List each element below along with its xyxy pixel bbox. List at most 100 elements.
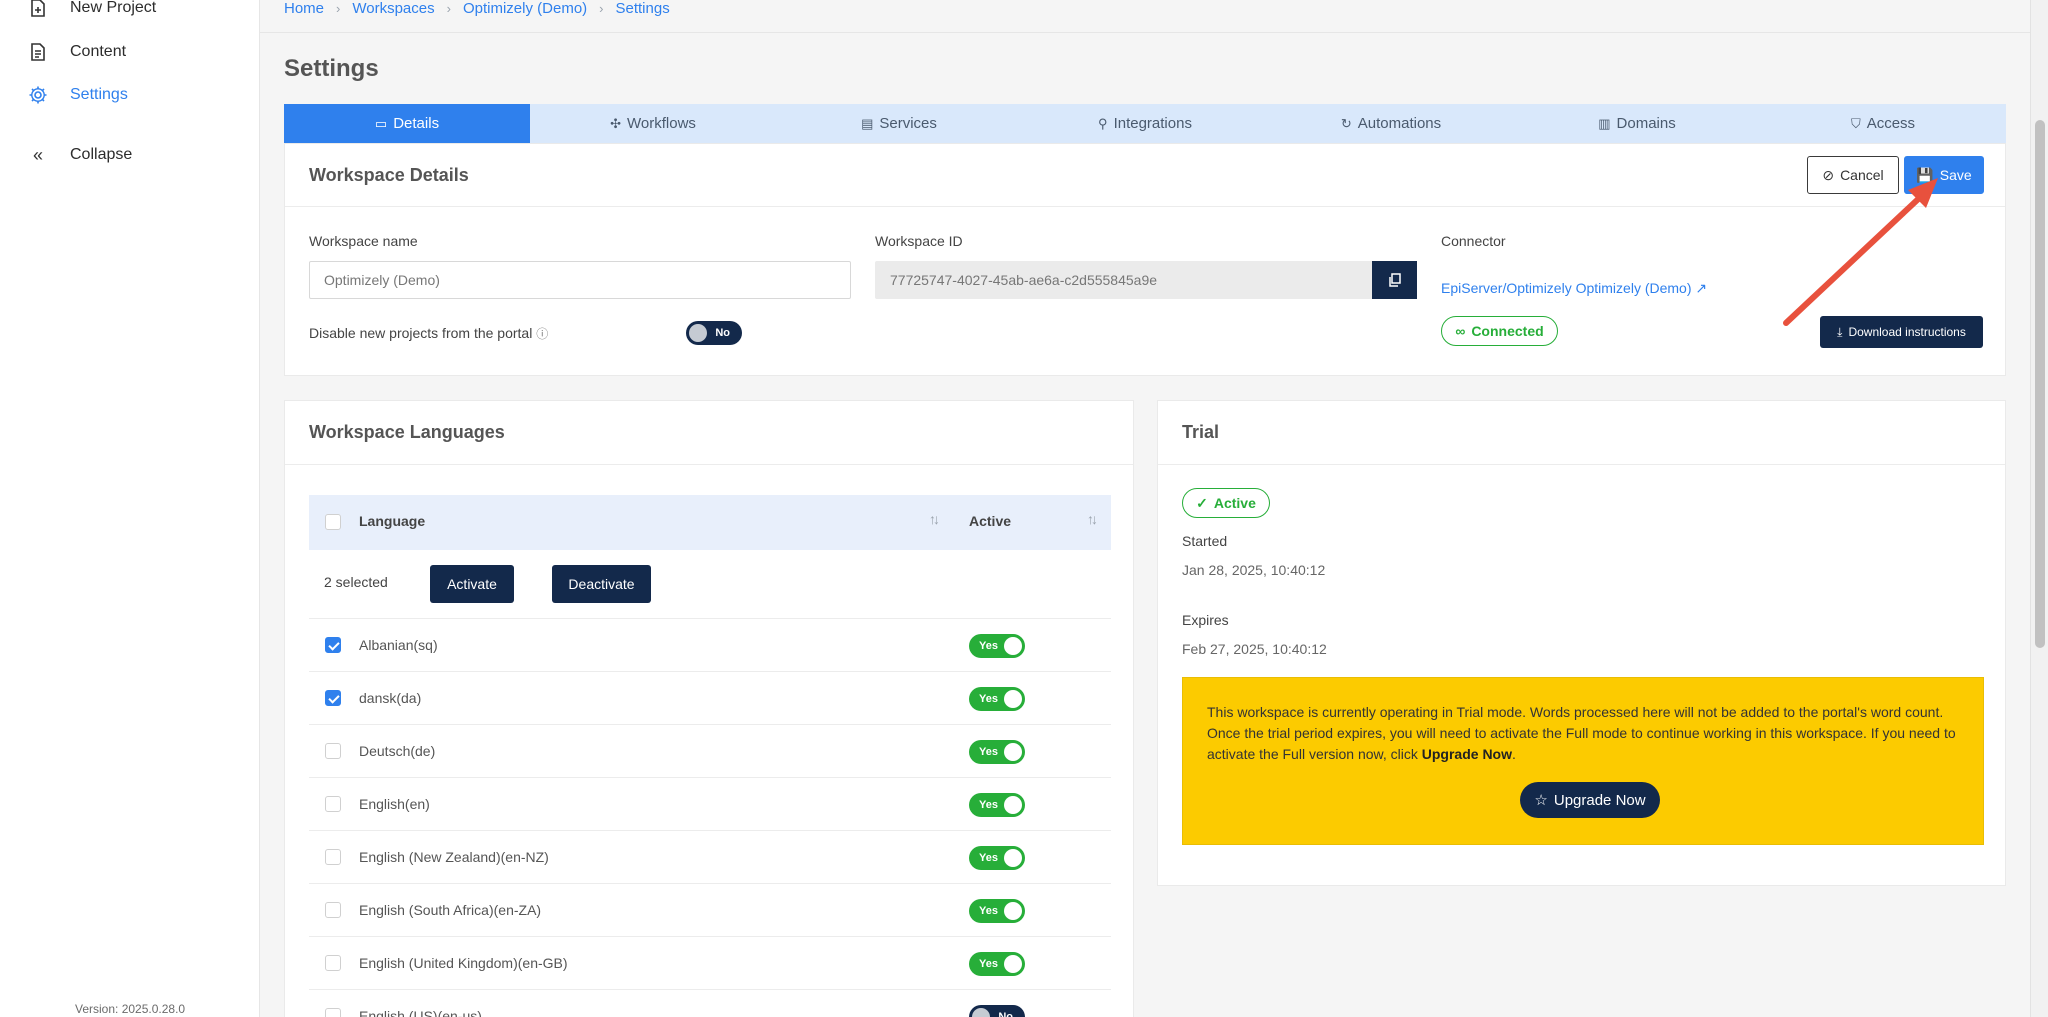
document-icon	[28, 42, 48, 62]
sidebar-item-settings[interactable]: Settings	[28, 85, 128, 105]
tab-label: Automations	[1357, 115, 1442, 132]
sort-icon[interactable]: ↑↓	[1087, 511, 1098, 527]
tab-domains[interactable]: ▥ Domains	[1514, 104, 1760, 143]
row-checkbox[interactable]	[325, 955, 341, 971]
building-icon: ▥	[1598, 115, 1611, 131]
language-name: Deutsch(de)	[359, 743, 436, 759]
card-title: Workspace Languages	[309, 422, 505, 442]
notice-text: .	[1512, 746, 1516, 762]
column-header-language[interactable]: Language	[359, 513, 425, 529]
tab-label: Details	[393, 115, 440, 132]
tab-automations[interactable]: ↻ Automations	[1268, 104, 1514, 143]
trial-card: Trial ✓ Active Started Jan 28, 2025, 10:4…	[1157, 400, 2006, 886]
sidebar-item-content[interactable]: Content	[28, 42, 126, 62]
trial-status-badge: ✓ Active	[1182, 488, 1270, 518]
sort-icon[interactable]: ↑↓	[929, 511, 940, 527]
workspace-details-card: Workspace Details ⊘ Cancel 💾 Save Workspac…	[284, 143, 2006, 376]
active-toggle[interactable]: Yes	[969, 687, 1025, 711]
row-checkbox[interactable]	[325, 849, 341, 865]
active-toggle[interactable]: Yes	[969, 740, 1025, 764]
language-name: Albanian(sq)	[359, 637, 438, 653]
table-row[interactable]: English(en) Yes	[309, 777, 1111, 830]
version-label: Version: 2025.0.28.0	[75, 1002, 186, 1016]
tab-workflows[interactable]: ✣ Workflows	[530, 104, 776, 143]
sidebar-collapse-button[interactable]: « Collapse	[28, 145, 132, 165]
button-label: Upgrade Now	[1553, 791, 1646, 809]
connected-badge: ∞ Connected	[1441, 316, 1558, 346]
breadcrumb-workspaces[interactable]: Workspaces	[352, 0, 434, 17]
toggle-label: Yes	[979, 958, 998, 970]
check-icon: ✓	[1196, 494, 1208, 511]
row-checkbox[interactable]	[325, 690, 341, 706]
double-chevron-left-icon: «	[32, 144, 43, 165]
column-header-active[interactable]: Active	[969, 513, 1011, 529]
copy-icon	[1388, 273, 1401, 287]
connector-label: Connector	[1441, 233, 1506, 249]
input-value: Optimizely (Demo)	[324, 272, 440, 288]
table-row[interactable]: English (US)(en-us) No	[309, 989, 1111, 1017]
active-toggle[interactable]: Yes	[969, 634, 1025, 658]
active-toggle[interactable]: Yes	[969, 846, 1025, 870]
breadcrumb: Home › Workspaces › Optimizely (Demo) › …	[284, 0, 670, 17]
trial-notice-text: This workspace is currently operating in…	[1207, 702, 1967, 765]
toggle-label: Yes	[979, 799, 998, 811]
vertical-scrollbar[interactable]	[2030, 0, 2048, 1017]
server-icon: ▤	[861, 115, 874, 131]
upgrade-now-button[interactable]: ☆ Upgrade Now	[1520, 782, 1660, 818]
workspace-name-input[interactable]: Optimizely (Demo)	[309, 261, 851, 299]
row-checkbox[interactable]	[325, 796, 341, 812]
row-checkbox[interactable]	[325, 902, 341, 918]
table-row[interactable]: English (South Africa)(en-ZA) Yes	[309, 883, 1111, 936]
toggle-label: Yes	[979, 746, 998, 758]
tab-label: Workflows	[627, 115, 696, 132]
language-name: English (United Kingdom)(en-GB)	[359, 955, 568, 971]
expires-label: Expires	[1182, 612, 1229, 628]
toggle-knob	[1004, 637, 1022, 655]
toggle-knob	[1004, 796, 1022, 814]
breadcrumb-workspace[interactable]: Optimizely (Demo)	[463, 0, 587, 17]
active-toggle[interactable]: No	[969, 1005, 1025, 1017]
active-toggle[interactable]: Yes	[969, 899, 1025, 923]
plug-icon: ⚲	[1098, 115, 1108, 131]
sync-icon: ↻	[1340, 115, 1352, 131]
toggle-knob	[1004, 849, 1022, 867]
table-row[interactable]: dansk(da) Yes	[309, 671, 1111, 724]
table-row[interactable]: Deutsch(de) Yes	[309, 724, 1111, 777]
row-checkbox[interactable]	[325, 637, 341, 653]
tab-integrations[interactable]: ⚲ Integrations	[1022, 104, 1268, 143]
breadcrumb-home[interactable]: Home	[284, 0, 324, 17]
language-name: English (US)(en-us)	[359, 1008, 482, 1017]
connector-link[interactable]: EpiServer/Optimizely Optimizely (Demo) ↗	[1441, 280, 1707, 297]
language-name: English(en)	[359, 796, 430, 812]
row-checkbox[interactable]	[325, 1008, 341, 1017]
tab-label: Integrations	[1113, 115, 1192, 132]
disable-projects-toggle[interactable]: No	[686, 321, 742, 345]
breadcrumb-settings[interactable]: Settings	[616, 0, 670, 17]
button-label: Deactivate	[568, 576, 635, 592]
toggle-label: Yes	[979, 693, 998, 705]
tab-access[interactable]: ⛉ Access	[1760, 104, 2006, 143]
workspace-id-field: 77725747-4027-45ab-ae6a-c2d555845a9e	[875, 261, 1374, 299]
page-title: Settings	[284, 55, 379, 82]
link-text: EpiServer/Optimizely Optimizely (Demo)	[1441, 280, 1692, 296]
started-label: Started	[1182, 533, 1228, 549]
select-all-checkbox[interactable]	[325, 514, 341, 530]
trial-notice: This workspace is currently operating in…	[1182, 677, 1984, 845]
label-text: Disable new projects from the portal	[309, 325, 533, 341]
activate-button[interactable]: Activate	[430, 565, 514, 603]
toggle-label: Yes	[979, 640, 998, 652]
active-toggle[interactable]: Yes	[969, 793, 1025, 817]
copy-id-button[interactable]	[1372, 261, 1417, 299]
tab-details[interactable]: ▭ Details	[284, 104, 530, 143]
deactivate-button[interactable]: Deactivate	[552, 565, 651, 603]
table-row[interactable]: English (United Kingdom)(en-GB) Yes	[309, 936, 1111, 989]
table-row[interactable]: Albanian(sq) Yes	[309, 618, 1111, 671]
sidebar-item-new-project[interactable]: New Project	[28, 0, 156, 18]
info-icon: ⓘ	[536, 327, 549, 341]
row-checkbox[interactable]	[325, 743, 341, 759]
scrollbar-thumb[interactable]	[2035, 120, 2045, 648]
table-row[interactable]: English (New Zealand)(en-NZ) Yes	[309, 830, 1111, 883]
tab-services[interactable]: ▤ Services	[776, 104, 1022, 143]
active-toggle[interactable]: Yes	[969, 952, 1025, 976]
disable-projects-label: Disable new projects from the portal ⓘ	[309, 325, 548, 342]
